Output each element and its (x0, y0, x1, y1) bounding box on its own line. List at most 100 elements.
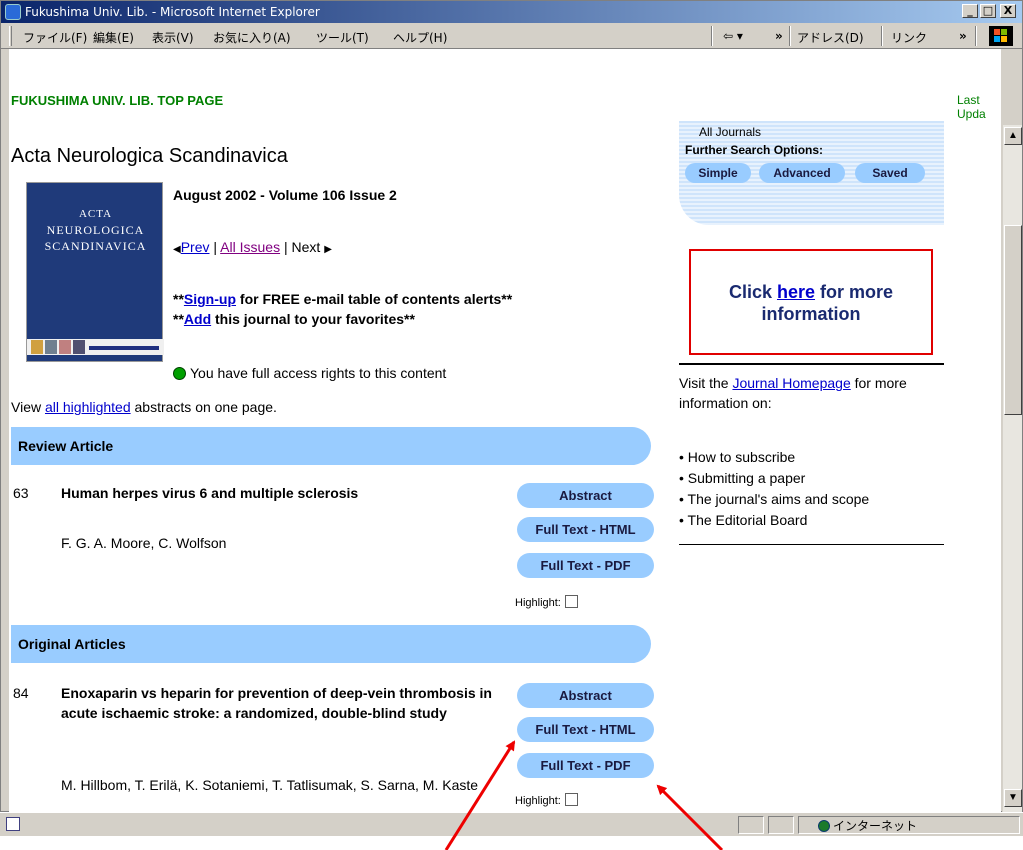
article-title: Human herpes virus 6 and multiple sclero… (61, 485, 359, 501)
toolbar-grip (9, 26, 12, 46)
full-text-html-button[interactable]: Full Text - HTML (517, 517, 654, 542)
promo-box[interactable]: Click here for more information (689, 249, 933, 355)
zone-text: インターネット (833, 819, 918, 833)
cover-thumb (45, 340, 57, 354)
menu-view[interactable]: 表示(V) (152, 29, 194, 46)
menu-favorites[interactable]: お気に入り(A) (213, 29, 291, 46)
menu-help[interactable]: ヘルプ(H) (393, 29, 447, 46)
article-number: 63 (13, 485, 29, 501)
access-status: You have full access rights to this cont… (173, 365, 446, 381)
scrollbar-thumb[interactable] (1004, 225, 1022, 415)
access-text: You have full access rights to this cont… (190, 365, 447, 381)
promo-line: information (761, 304, 861, 324)
cover-thumb (89, 346, 159, 350)
cover-text: SCANDINAVICA (44, 239, 147, 253)
divider (679, 544, 944, 545)
last-updated-text: Last Upda (957, 93, 986, 121)
issue-info: August 2002 - Volume 106 Issue 2 (173, 187, 397, 203)
back-button[interactable]: ⇦ ▾ (723, 29, 743, 43)
search-panel: All Journals Further Search Options: Sim… (679, 121, 944, 225)
chevron-more-icon[interactable]: » (959, 29, 967, 43)
page-icon (6, 817, 20, 831)
advanced-search-button[interactable]: Advanced (759, 163, 845, 183)
highlight-checkbox[interactable] (564, 793, 578, 806)
journal-title: Acta Neurologica Scandinavica (11, 145, 288, 167)
signup-link[interactable]: Sign-up (184, 291, 236, 307)
zone-indicator: インターネット (818, 817, 917, 834)
next-issue-label[interactable]: Next (292, 239, 321, 255)
library-top-link[interactable]: FUKUSHIMA UNIV. LIB. TOP PAGE (11, 93, 223, 108)
view-text: abstracts on one page. (130, 399, 277, 415)
browser-window: Fukushima Univ. Lib. - Microsoft Interne… (0, 0, 1023, 813)
divider (679, 363, 944, 365)
simple-search-button[interactable]: Simple (685, 163, 751, 183)
promo-line: Click here for more (691, 281, 931, 303)
all-issues-link[interactable]: All Issues (220, 239, 280, 255)
windows-logo-icon (989, 26, 1013, 46)
highlight-control: Highlight: (515, 595, 578, 609)
promo-here-link[interactable]: here (777, 282, 815, 302)
cover-thumb (73, 340, 85, 354)
links-label[interactable]: リンク (891, 29, 927, 46)
article-authors: F. G. A. Moore, C. Wolfson (61, 535, 227, 551)
view-text: View (11, 399, 45, 415)
minimize-button[interactable]: _ (962, 4, 978, 18)
issue-navigation: ◀Prev | All Issues | Next ▶ (173, 239, 332, 255)
green-status-icon (173, 367, 186, 380)
journal-cover-image[interactable]: ACTA NEUROLOGICA SCANDINAVICA (26, 182, 164, 362)
abstract-button[interactable]: Abstract (517, 683, 654, 708)
list-item: • The journal's aims and scope (679, 491, 870, 507)
library-header: FUKUSHIMA UNIV. LIB. TOP PAGE Last Upda (9, 49, 1001, 121)
view-highlighted: View all highlighted abstracts on one pa… (11, 399, 277, 415)
prev-issue-link[interactable]: Prev (181, 239, 210, 255)
vertical-scrollbar[interactable]: ▲ ▼ (1002, 125, 1022, 813)
alert-text: this journal to your favorites** (211, 311, 415, 327)
triangle-right-icon: ▶ (324, 244, 332, 255)
globe-icon (818, 820, 830, 832)
highlight-label: Highlight: (515, 597, 561, 609)
triangle-left-icon: ◀ (173, 244, 181, 255)
full-text-html-button[interactable]: Full Text - HTML (517, 717, 654, 742)
saved-search-button[interactable]: Saved (855, 163, 925, 183)
toolbar-separator (975, 26, 977, 46)
full-text-pdf-button[interactable]: Full Text - PDF (517, 553, 654, 578)
nav-separator: | (280, 239, 292, 255)
article-authors: M. Hillbom, T. Erilä, K. Sotaniemi, T. T… (61, 777, 479, 793)
close-button[interactable]: X (1000, 4, 1016, 18)
alert-text: ** (173, 311, 184, 327)
full-text-pdf-button[interactable]: Full Text - PDF (517, 753, 654, 778)
toolbar-separator (881, 26, 883, 46)
all-highlighted-link[interactable]: all highlighted (45, 399, 131, 415)
list-item: • How to subscribe (679, 449, 796, 465)
address-label[interactable]: アドレス(D) (797, 29, 864, 46)
alert-text: for FREE e-mail table of contents alerts… (236, 291, 513, 307)
journal-homepage-link[interactable]: Journal Homepage (732, 375, 850, 391)
article-title: Enoxaparin vs heparin for prevention of … (61, 685, 492, 721)
scroll-down-arrow-icon[interactable]: ▼ (1004, 789, 1022, 807)
add-favorites-link[interactable]: Add (184, 311, 211, 327)
abstract-button[interactable]: Abstract (517, 483, 654, 508)
menu-tools[interactable]: ツール(T) (316, 29, 369, 46)
toolbar-separator (711, 26, 713, 46)
visit-homepage-text: Visit the Journal Homepage for more info… (679, 373, 944, 413)
title-bar: Fukushima Univ. Lib. - Microsoft Interne… (1, 1, 1022, 23)
all-journals-option[interactable]: All Journals (699, 125, 761, 139)
section-heading-review: Review Article (11, 427, 651, 465)
scroll-up-arrow-icon[interactable]: ▲ (1004, 127, 1022, 145)
highlight-checkbox[interactable] (564, 595, 578, 608)
page-content: FUKUSHIMA UNIV. LIB. TOP PAGE Last Upda … (9, 49, 1001, 813)
chevron-more-icon[interactable]: » (775, 29, 783, 43)
menu-bar: ファイル(F) 編集(E) 表示(V) お気に入り(A) ツール(T) ヘルプ(… (1, 23, 1022, 49)
add-favorites-line: **Add this journal to your favorites** (173, 309, 512, 329)
maximize-button[interactable]: □ (980, 4, 996, 18)
menu-edit[interactable]: 編集(E) (93, 29, 134, 46)
promo-text: for more (815, 282, 894, 302)
signup-line: **Sign-up for FREE e-mail table of conte… (173, 289, 512, 309)
window-title: Fukushima Univ. Lib. - Microsoft Interne… (25, 5, 320, 19)
section-heading-original: Original Articles (11, 625, 651, 663)
cover-text: ACTA (78, 208, 113, 220)
article-number: 84 (13, 685, 29, 701)
menu-file[interactable]: ファイル(F) (23, 29, 87, 46)
nav-separator: | (209, 239, 221, 255)
list-item: • The Editorial Board (679, 512, 808, 528)
